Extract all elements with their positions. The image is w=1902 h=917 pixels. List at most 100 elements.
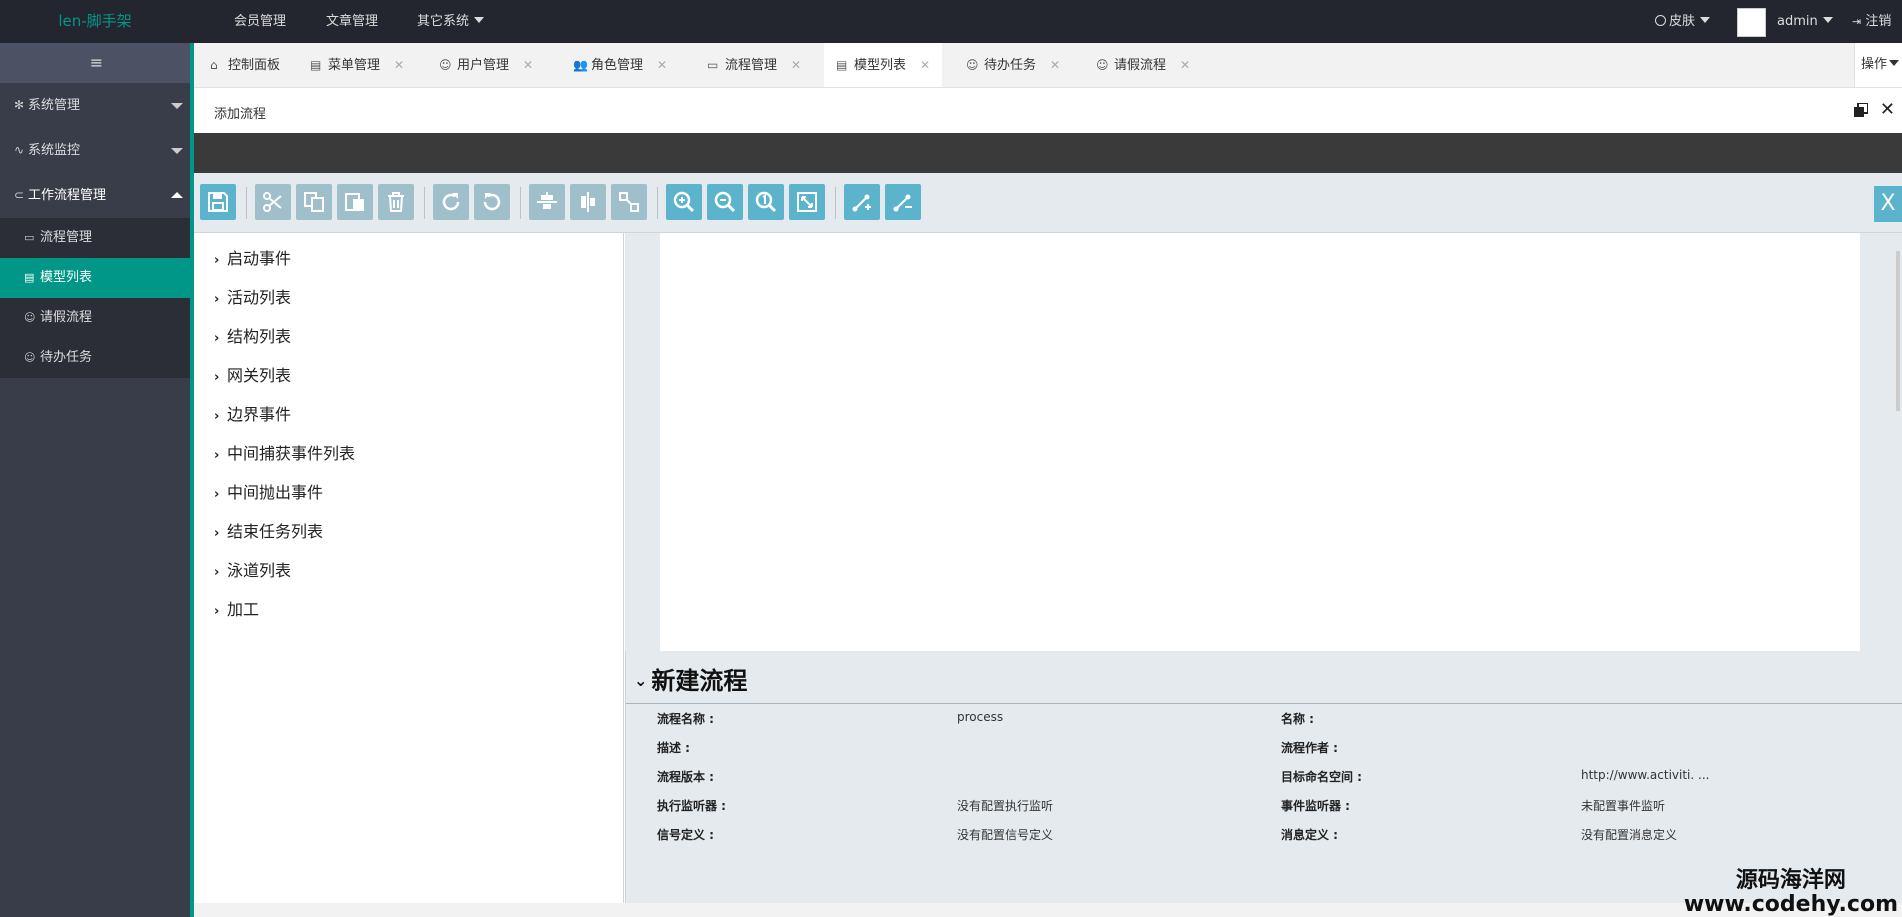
close-icon[interactable]: ✕ [920,43,930,87]
zoom-actual-button[interactable] [748,184,784,220]
property-label: 目标命名空间 : [1281,770,1362,784]
same-size-button[interactable] [611,184,647,220]
tab-operations-button[interactable]: 操作 [1854,43,1902,87]
editor-toolbar: X [194,173,1902,233]
sidebar-item-system-monitor[interactable]: ∿ 系统监控 [0,128,193,173]
property-value[interactable]: 没有配置信号定义 [957,826,1053,843]
tab-label: 待办任务 [984,58,1037,73]
maximize-icon[interactable] [1854,103,1868,117]
close-icon[interactable]: ✕ [657,43,667,87]
toolbar-separator [520,187,521,219]
tab-menu-management[interactable]: ▤ 菜单管理 ✕ [298,43,416,87]
palette-group-artifacts[interactable]: › 加工 [194,590,623,629]
logout-link[interactable]: ⇥ 注销 [1852,0,1891,43]
close-icon[interactable]: ✕ [394,43,404,87]
page-header: 添加流程 ✕ [194,89,1902,133]
copy-button[interactable] [296,184,332,220]
user-menu[interactable]: admin [1777,0,1833,43]
add-bendpoint-button[interactable] [844,184,880,220]
cut-button[interactable] [255,184,291,220]
align-horizontal-icon [581,192,595,212]
palette-group-label: 启动事件 [227,249,292,268]
align-vertical-button[interactable] [529,184,565,220]
property-label: 事件监听器 : [1281,799,1350,813]
chevron-right-icon: › [214,331,220,346]
sidebar-item-label: 系统管理 [28,98,81,113]
zoom-fit-button[interactable] [789,184,825,220]
brand-logo[interactable]: len-脚手架 [0,0,190,43]
chevron-right-icon: › [214,565,220,580]
palette-group-structural[interactable]: › 结构列表 [194,317,623,356]
palette-group-boundary-events[interactable]: › 边界事件 [194,395,623,434]
process-icon: ▭ [24,231,35,244]
logout-label: 注销 [1865,14,1892,29]
nav-article-management[interactable]: 文章管理 [326,0,378,43]
palette-group-label: 结束任务列表 [227,522,324,541]
tab-dashboard[interactable]: ⌂ 控制面板 [198,43,292,87]
tab-leave-process[interactable]: ☺ 请假流程 ✕ [1084,43,1202,87]
align-vertical-icon [537,192,557,209]
paste-button[interactable] [337,184,373,220]
nav-member-management[interactable]: 会员管理 [234,0,286,43]
nav-other-systems[interactable]: 其它系统 [417,0,485,43]
palette-group-gateways[interactable]: › 网关列表 [194,356,623,395]
delete-button[interactable] [378,184,414,220]
redo-button[interactable] [433,184,469,220]
sidebar-toggle[interactable]: ≡ [0,43,193,83]
sidebar-item-workflow-management[interactable]: ⊂ 工作流程管理 [0,173,193,218]
chevron-right-icon: › [214,604,220,619]
property-value[interactable]: 没有配置执行监听 [957,797,1053,814]
save-icon [208,192,228,212]
sidebar-item-leave-process[interactable]: ☺ 请假流程 [0,298,193,338]
palette-group-activities[interactable]: › 活动列表 [194,278,623,317]
tab-process-management[interactable]: ▭ 流程管理 ✕ [695,43,813,87]
sidebar-item-model-list[interactable]: ▤ 模型列表 [0,258,193,298]
tab-model-list[interactable]: ▤ 模型列表 ✕ [824,43,943,87]
avatar[interactable] [1737,8,1766,37]
palette-group-label: 泳道列表 [227,561,292,580]
tab-bar: ⌂ 控制面板 ▤ 菜单管理 ✕ ☺ 用户管理 ✕ 👥 角色管理 ✕ ▭ 流程管理 ✕ ▤ 模型列表 ✕… [194,43,1902,88]
skin-menu[interactable]: 皮肤 [1655,0,1711,43]
palette-group-throwing-events[interactable]: › 中间抛出事件 [194,473,623,512]
palette-group-swimlanes[interactable]: › 泳道列表 [194,551,623,590]
canvas-scrollbar[interactable] [1896,251,1900,411]
align-horizontal-button[interactable] [570,184,606,220]
tab-todo-tasks[interactable]: ☺ 待办任务 ✕ [954,43,1072,87]
sidebar-item-system-management[interactable]: ✻ 系统管理 [0,83,193,128]
tab-role-management[interactable]: 👥 角色管理 ✕ [561,43,679,87]
property-value[interactable]: http://www.activiti. ... [1581,768,1709,782]
palette-group-end-events[interactable]: › 结束任务列表 [194,512,623,551]
user-name: admin [1777,14,1818,29]
close-icon[interactable]: ✕ [791,43,801,87]
skin-label: 皮肤 [1669,14,1696,29]
diagram-canvas[interactable] [660,233,1860,651]
property-value[interactable]: 未配置事件监听 [1581,797,1665,814]
sidebar-item-todo-tasks[interactable]: ☺ 待办任务 [0,338,193,378]
zoom-actual-icon [755,191,777,213]
close-editor-button[interactable]: X [1874,186,1902,222]
toolbar-separator [424,187,425,219]
tab-user-management[interactable]: ☺ 用户管理 ✕ [427,43,545,87]
sidebar-item-label: 待办任务 [40,350,93,365]
zoom-out-button[interactable] [707,184,743,220]
properties-header[interactable]: ⌄ 新建流程 [634,661,747,696]
close-icon[interactable]: ✕ [1880,99,1895,120]
sidebar-item-process-management[interactable]: ▭ 流程管理 [0,218,193,258]
zoom-out-icon [714,191,736,213]
close-icon[interactable]: ✕ [1050,43,1060,87]
save-button[interactable] [200,184,236,220]
property-label: 流程作者 : [1281,741,1338,755]
palette-group-start-events[interactable]: › 启动事件 [194,239,623,278]
close-icon[interactable]: ✕ [523,43,533,87]
tab-label: 控制面板 [228,58,281,73]
undo-button[interactable] [474,184,510,220]
remove-bendpoint-button[interactable] [885,184,921,220]
sidebar-item-label: 请假流程 [40,310,93,325]
property-value[interactable]: 没有配置消息定义 [1581,826,1677,843]
remove-bendpoint-icon [893,194,912,212]
close-icon[interactable]: ✕ [1180,43,1190,87]
chevron-down-icon [1822,17,1833,23]
property-value[interactable]: process [957,710,1003,724]
palette-group-catching-events[interactable]: › 中间捕获事件列表 [194,434,623,473]
zoom-in-button[interactable] [666,184,702,220]
